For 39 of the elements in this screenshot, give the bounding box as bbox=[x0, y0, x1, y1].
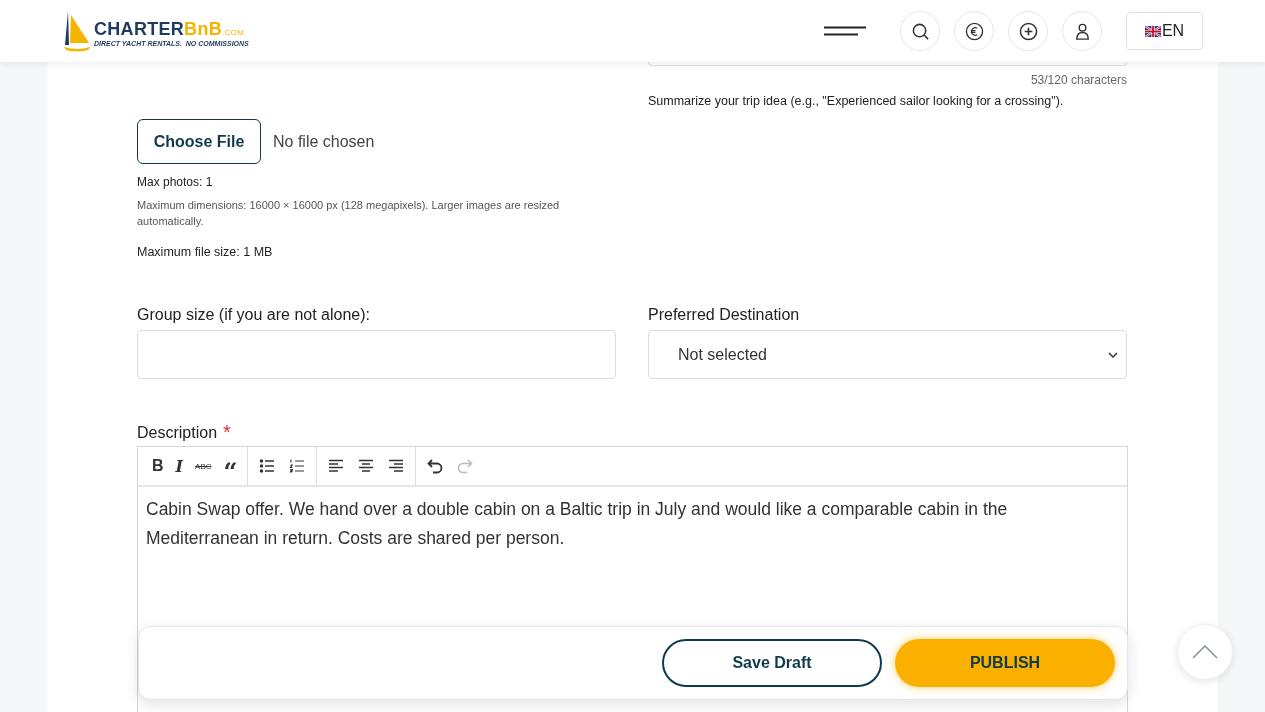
logo-wordmark[interactable]: CHARTERBnB.COM bbox=[94, 19, 249, 40]
chevron-down-icon bbox=[1108, 351, 1118, 358]
field-label: Group size (if you are not alone): bbox=[137, 306, 371, 324]
search-icon bbox=[910, 21, 930, 41]
search-button[interactable] bbox=[900, 11, 940, 51]
group-size-field[interactable] bbox=[137, 330, 616, 379]
publish-button[interactable]: PUBLISH bbox=[895, 639, 1115, 687]
upload-note: Max photos: 1 bbox=[137, 175, 214, 189]
field-hint: Summarize your trip idea (e.g., "Experienced sailor looking for a crossing"). bbox=[648, 94, 1065, 108]
quote-button[interactable]: “ bbox=[217, 455, 244, 477]
destination-dropdown[interactable]: Not selected bbox=[648, 330, 1127, 379]
euro-icon bbox=[964, 21, 984, 41]
description-text: Cabin Swap offer. We hand over a double cabin on a Baltic trip in July and would like a comparable cabin in the Mediterranean in return. Costs are shared per person. bbox=[146, 498, 1009, 550]
character-counter: 53/120 characters bbox=[1029, 73, 1127, 87]
plus-icon bbox=[1018, 21, 1038, 41]
numbered-list-icon[interactable] bbox=[289, 458, 306, 474]
align-left-icon[interactable] bbox=[328, 458, 345, 474]
field-label: Preferred Destination bbox=[648, 306, 801, 324]
language-button[interactable]: EN bbox=[1126, 12, 1203, 50]
add-button[interactable] bbox=[1008, 11, 1048, 51]
undo-icon[interactable] bbox=[427, 458, 444, 474]
choose-file-button[interactable]: Choose File bbox=[137, 119, 261, 164]
field-label: Description bbox=[137, 424, 218, 442]
save-draft-button[interactable]: Save Draft bbox=[662, 639, 882, 687]
upload-note: Maximum file size: 1 MB bbox=[137, 245, 274, 259]
align-center-icon[interactable] bbox=[358, 458, 375, 474]
align-right-icon[interactable] bbox=[388, 458, 405, 474]
currency-button[interactable] bbox=[954, 11, 994, 51]
file-status: No file chosen bbox=[273, 132, 375, 151]
upload-note: Maximum dimensions: 16000 × 16000 px (128 megapixels). Larger images are resized automatically. bbox=[137, 198, 561, 229]
italic-button[interactable]: I bbox=[169, 455, 190, 477]
bulleted-list-icon[interactable] bbox=[259, 458, 276, 474]
menu-icon[interactable] bbox=[824, 26, 866, 36]
chevron-up-icon bbox=[1192, 645, 1218, 659]
account-button[interactable] bbox=[1062, 11, 1102, 51]
bold-button[interactable]: B bbox=[146, 455, 170, 477]
strike-button[interactable]: ABC bbox=[189, 455, 218, 477]
flag-icon bbox=[1144, 25, 1161, 37]
required-mark: * bbox=[223, 424, 231, 440]
